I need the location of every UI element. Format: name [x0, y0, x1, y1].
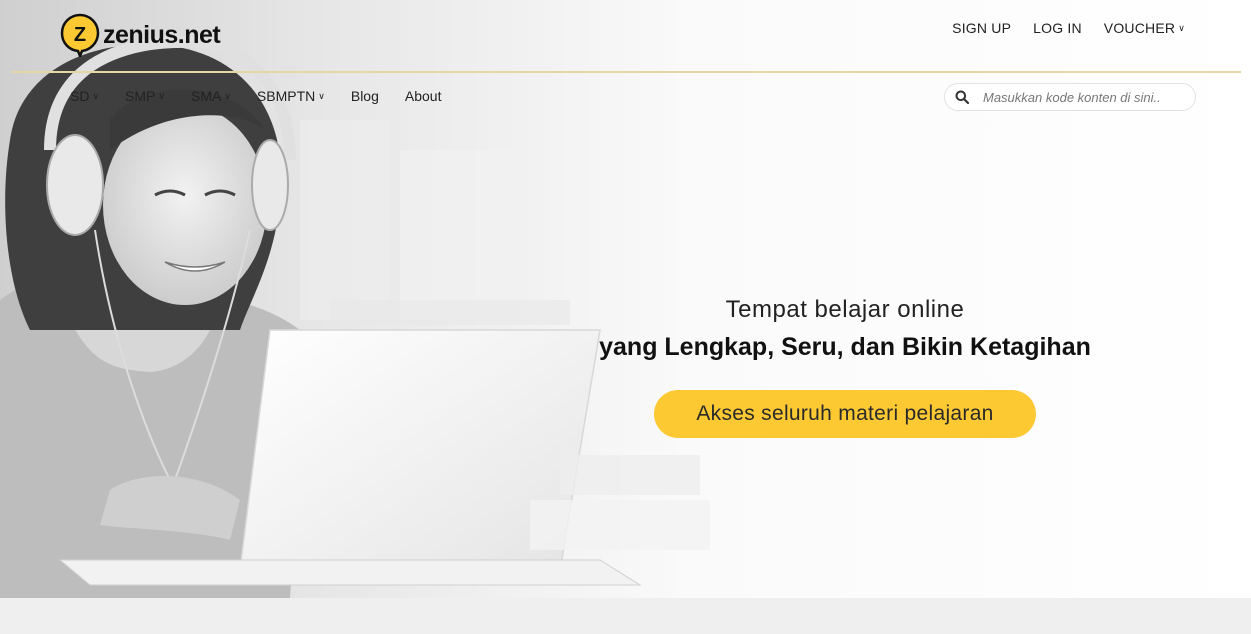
- hero-tagline-line1: Tempat belajar online: [725, 296, 965, 323]
- nav-item-about[interactable]: About: [405, 88, 442, 104]
- nav-item-sma[interactable]: SMA ∨: [191, 88, 231, 104]
- nav-item-label: SMA: [190, 88, 222, 104]
- chevron-down-icon: ∨: [224, 91, 231, 101]
- nav-item-label: SBMPTN: [256, 88, 316, 104]
- sign-up-link[interactable]: SIGN UP: [952, 20, 1011, 36]
- chevron-down-icon: ∨: [1178, 23, 1185, 33]
- search-icon[interactable]: [955, 90, 969, 104]
- access-all-materials-button[interactable]: Akses seluruh materi pelajaran: [654, 390, 1036, 438]
- top-navigation: SIGN UP LOG IN VOUCHER ∨: [952, 20, 1185, 36]
- hero-section: Z zenius.net SIGN UP LOG IN VOUCHER ∨ SD ∨…: [0, 0, 1251, 598]
- footer-band: [0, 598, 1251, 634]
- chevron-down-icon: ∨: [92, 91, 100, 101]
- search-input[interactable]: [981, 88, 1195, 106]
- voucher-dropdown[interactable]: VOUCHER ∨: [1104, 20, 1185, 36]
- content-code-search: [944, 83, 1196, 111]
- log-in-link[interactable]: LOG IN: [1033, 20, 1082, 36]
- hero-tagline-line2: yang Lengkap, Seru, dan Bikin Ketagihan: [599, 333, 1091, 361]
- chevron-down-icon: ∨: [158, 91, 165, 101]
- nav-item-label: SD: [70, 88, 90, 104]
- nav-item-sd[interactable]: SD ∨: [70, 88, 99, 104]
- voucher-label: VOUCHER: [1103, 20, 1176, 36]
- main-navigation: SD ∨ SMP ∨ SMA ∨ SBMPTN ∨ Blog About: [70, 88, 467, 104]
- brand-name: zenius.net: [103, 20, 221, 49]
- nav-item-sbmptn[interactable]: SBMPTN ∨: [257, 88, 325, 104]
- chevron-down-icon: ∨: [318, 91, 325, 101]
- zenius-logo-icon: Z: [60, 13, 100, 57]
- nav-item-blog[interactable]: Blog: [351, 88, 379, 104]
- svg-text:Z: Z: [74, 24, 86, 46]
- header-divider: [11, 71, 1241, 73]
- brand-logo[interactable]: Z zenius.net: [60, 13, 221, 57]
- nav-item-label: SMP: [125, 88, 156, 104]
- nav-item-smp[interactable]: SMP ∨: [125, 88, 165, 104]
